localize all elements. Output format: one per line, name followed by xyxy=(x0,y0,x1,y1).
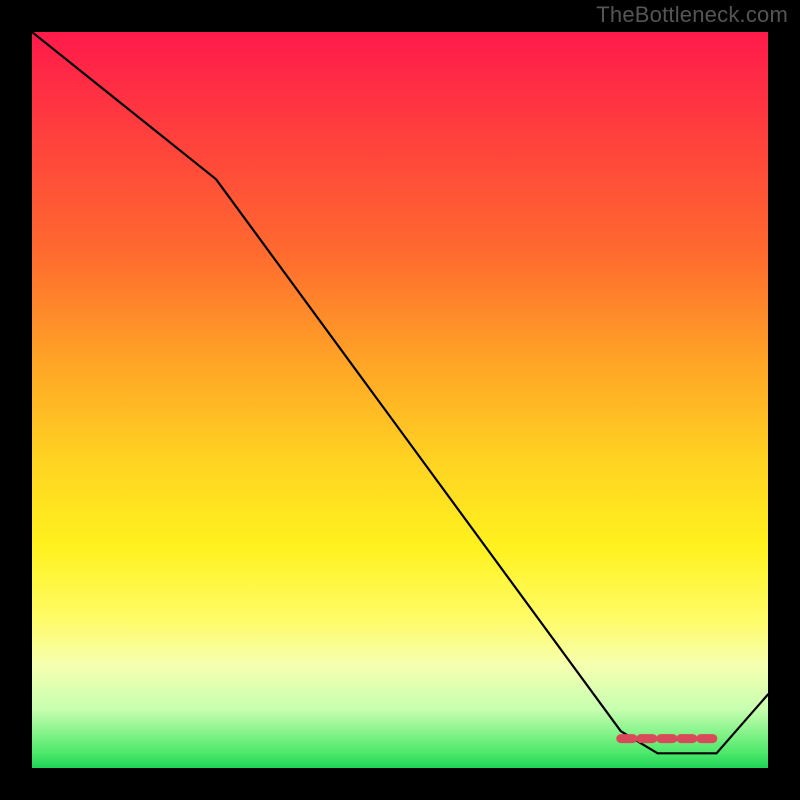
chart-frame: TheBottleneck.com xyxy=(0,0,800,800)
plot-area xyxy=(32,32,768,768)
bottleneck-curve xyxy=(32,32,768,753)
chart-overlay xyxy=(32,32,768,768)
watermark-text: TheBottleneck.com xyxy=(596,2,788,28)
